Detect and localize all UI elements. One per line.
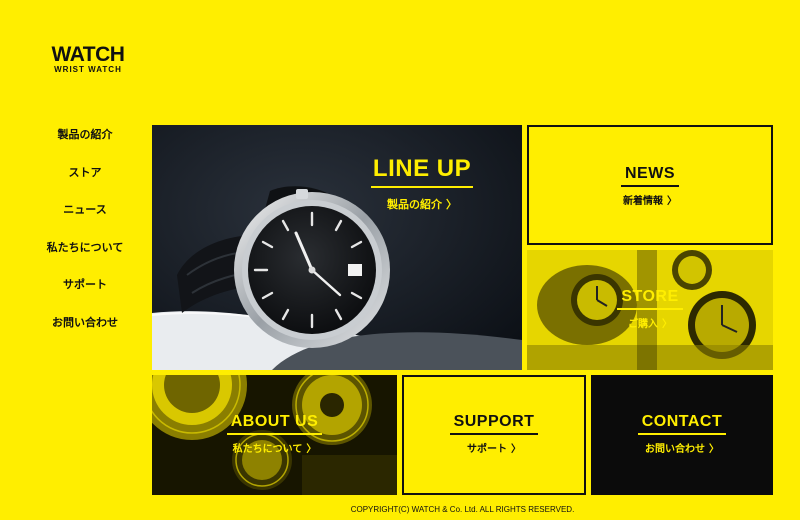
panel-about[interactable]: ABOUT US 私たちについて〉: [152, 375, 397, 495]
chevron-right-icon: 〉: [306, 444, 317, 455]
contact-caption: CONTACT お問い合わせ〉: [591, 413, 773, 455]
logo-sub-text: WRIST WATCH: [54, 65, 122, 74]
lineup-title: LINE UP: [370, 155, 474, 188]
about-title: ABOUT US: [226, 413, 323, 435]
chevron-right-icon: 〉: [662, 319, 672, 330]
lineup-link[interactable]: 製品の紹介〉: [352, 196, 492, 212]
panel-store[interactable]: STORE ご購入〉: [527, 250, 773, 370]
support-subtitle: サポート: [467, 444, 507, 455]
chevron-right-icon: 〉: [511, 444, 521, 455]
panel-support[interactable]: SUPPORT サポート〉: [402, 375, 586, 495]
chevron-right-icon: 〉: [446, 198, 457, 211]
lineup-caption: LINE UP 製品の紹介〉: [352, 155, 492, 212]
contact-subtitle: お問い合わせ: [645, 444, 705, 455]
nav-item-support[interactable]: サポート: [20, 274, 150, 312]
contact-title: CONTACT: [637, 413, 727, 435]
logo-main-text: WATCH: [51, 43, 125, 66]
panel-news[interactable]: NEWS 新着情報〉: [527, 125, 773, 245]
news-link[interactable]: 新着情報〉: [529, 192, 771, 207]
news-subtitle: 新着情報: [623, 196, 663, 207]
store-caption: STORE ご購入〉: [527, 288, 773, 330]
store-subtitle: ご購入: [628, 319, 658, 330]
about-link[interactable]: 私たちについて〉: [152, 440, 397, 455]
store-title: STORE: [617, 288, 683, 310]
lineup-subtitle: 製品の紹介: [387, 198, 442, 211]
about-subtitle: 私たちについて: [232, 444, 303, 455]
panel-contact[interactable]: CONTACT お問い合わせ〉: [591, 375, 773, 495]
side-nav: 製品の紹介 ストア ニュース 私たちについて サポート お問い合わせ: [20, 124, 150, 349]
footer-copyright: COPYRIGHT(C) WATCH & Co. Ltd. ALL RIGHTS…: [350, 505, 575, 514]
chevron-right-icon: 〉: [667, 196, 677, 207]
nav-item-contact[interactable]: お問い合わせ: [20, 312, 150, 350]
store-link[interactable]: ご購入〉: [527, 315, 773, 330]
panel-lineup[interactable]: LINE UP 製品の紹介〉: [152, 125, 522, 370]
about-caption: ABOUT US 私たちについて〉: [152, 413, 397, 455]
contact-link[interactable]: お問い合わせ〉: [591, 440, 773, 455]
support-link[interactable]: サポート〉: [404, 440, 584, 455]
logo[interactable]: WATCH WRIST WATCH: [50, 43, 126, 75]
support-title: SUPPORT: [449, 413, 539, 435]
news-caption: NEWS 新着情報〉: [529, 165, 771, 207]
nav-item-news[interactable]: ニュース: [20, 199, 150, 237]
nav-item-about[interactable]: 私たちについて: [20, 237, 150, 275]
support-caption: SUPPORT サポート〉: [404, 413, 584, 455]
chevron-right-icon: 〉: [709, 444, 719, 455]
nav-item-store[interactable]: ストア: [20, 162, 150, 200]
news-title: NEWS: [621, 165, 679, 187]
nav-item-lineup[interactable]: 製品の紹介: [20, 124, 150, 162]
